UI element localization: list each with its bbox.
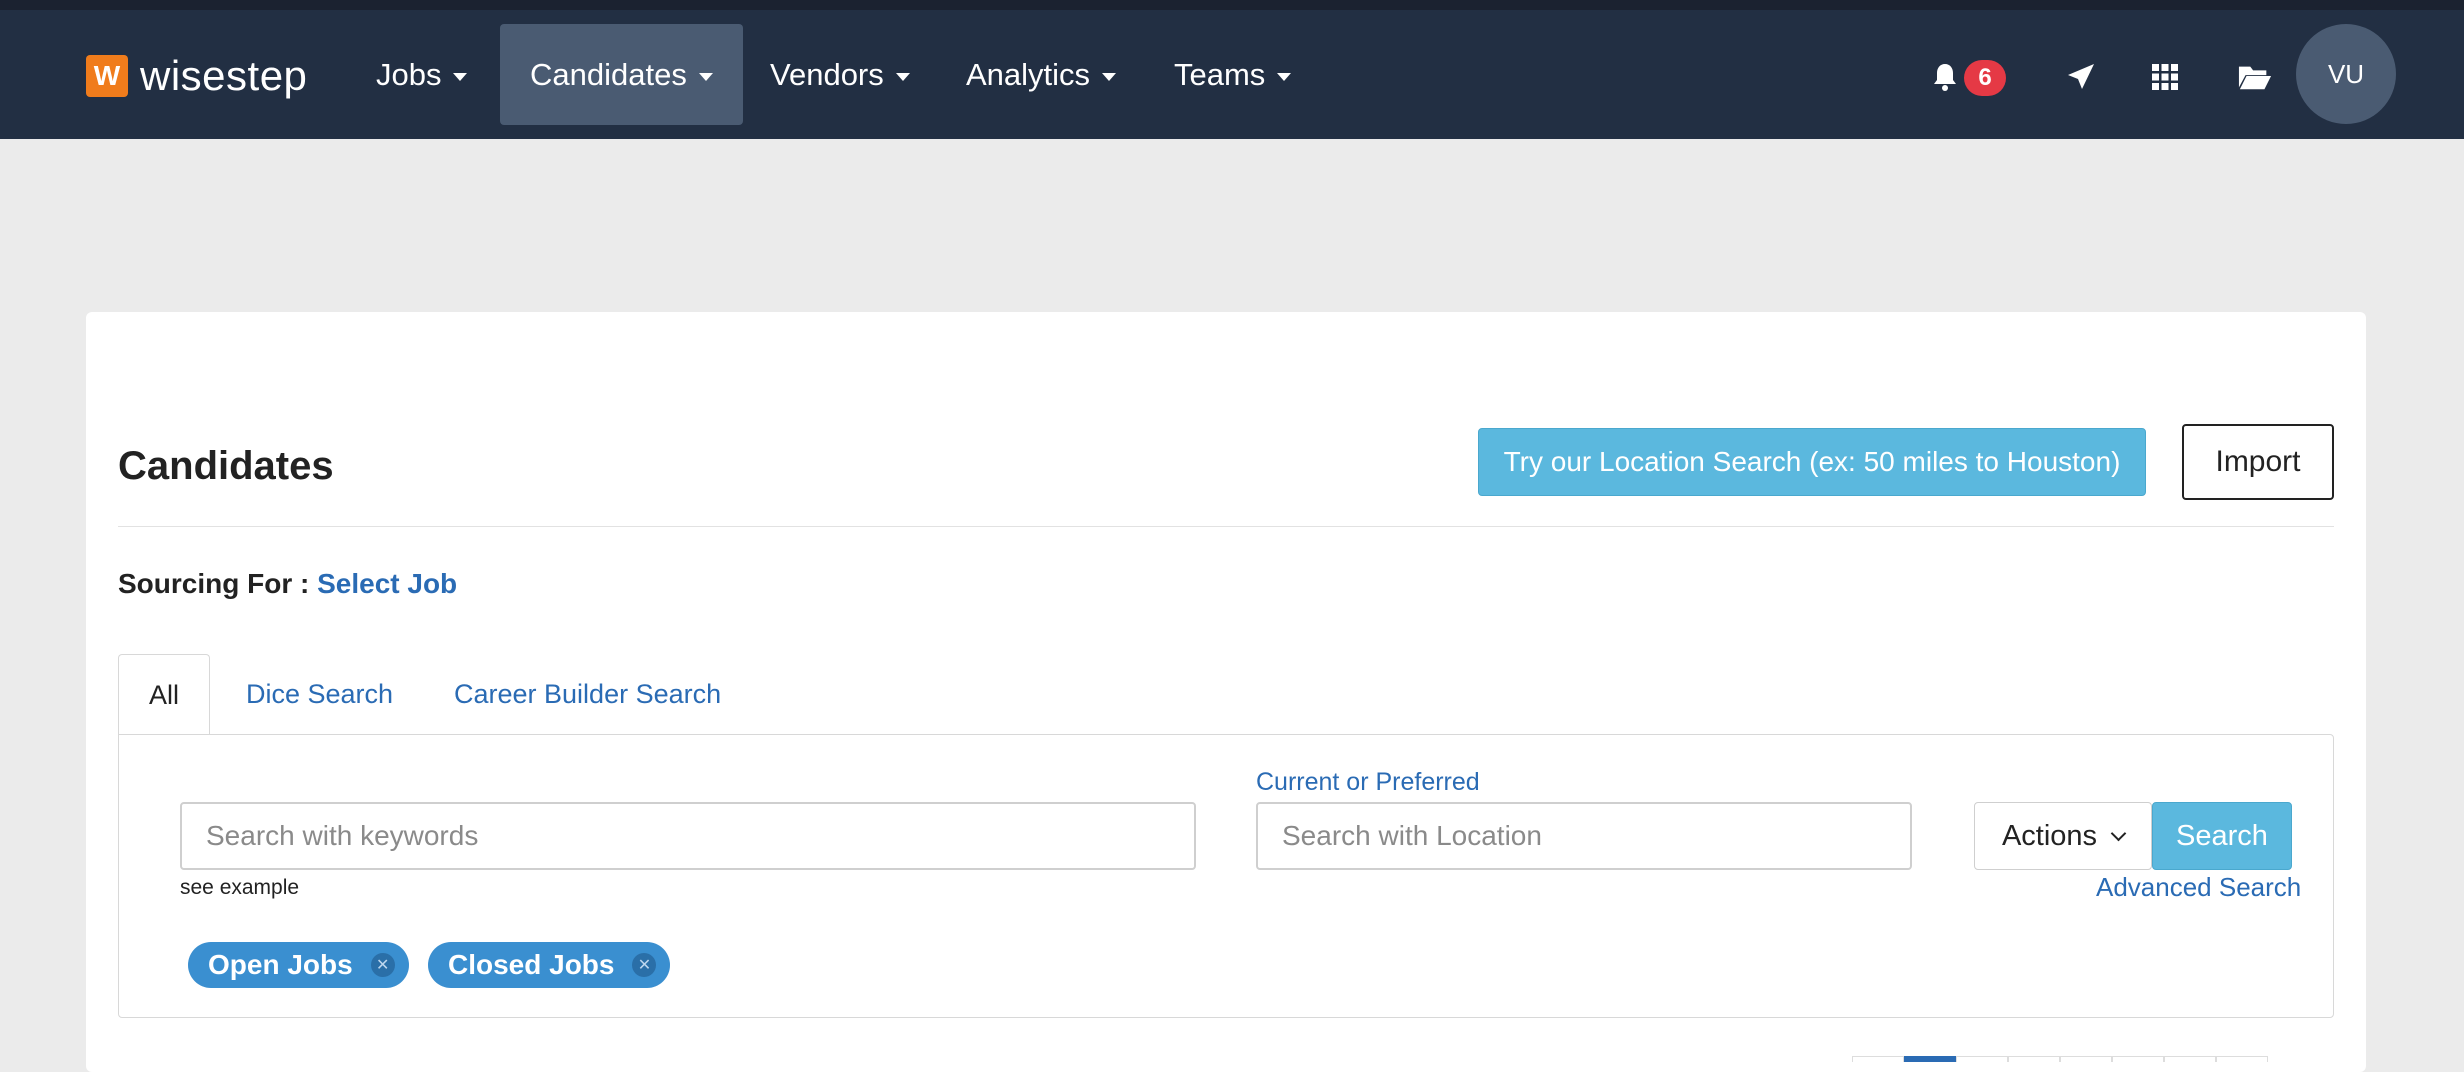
send-icon[interactable]	[2064, 60, 2098, 94]
nav-teams[interactable]: Teams	[1174, 24, 1292, 125]
nav-analytics[interactable]: Analytics	[966, 24, 1117, 125]
location-search-input[interactable]	[1256, 802, 1912, 870]
chip-label: Closed Jobs	[448, 949, 615, 980]
page-button[interactable]	[2008, 1056, 2060, 1062]
see-example-text: see example	[180, 876, 300, 899]
advanced-search-link[interactable]: Advanced Search	[2096, 872, 2301, 903]
caret-down-icon	[1277, 72, 1292, 81]
location-search-button[interactable]: Try our Location Search (ex: 50 miles to…	[1478, 428, 2146, 496]
nav-jobs-label: Jobs	[376, 56, 442, 92]
browser-top-strip	[0, 0, 2464, 10]
nav-vendors-label: Vendors	[770, 56, 884, 92]
nav-teams-label: Teams	[1174, 56, 1266, 92]
chevron-down-icon	[2110, 825, 2127, 841]
divider	[118, 526, 2334, 527]
caret-down-icon	[698, 72, 713, 81]
chip-label: Open Jobs	[208, 949, 353, 980]
nav-jobs[interactable]: Jobs	[376, 24, 468, 125]
filter-chip-closed-jobs: Closed Jobs ✕	[428, 942, 671, 988]
filter-chip-open-jobs: Open Jobs ✕	[188, 942, 409, 988]
tab-career-builder-search[interactable]: Career Builder Search	[454, 654, 721, 734]
pagination	[1852, 1056, 2268, 1062]
page-button[interactable]	[2164, 1056, 2216, 1062]
page-button[interactable]	[1956, 1056, 2008, 1062]
nav-analytics-label: Analytics	[966, 56, 1091, 92]
apps-grid-icon[interactable]	[2148, 60, 2182, 94]
page-title: Candidates	[118, 444, 334, 488]
remove-chip-icon[interactable]: ✕	[370, 953, 395, 977]
user-avatar[interactable]: VU	[2296, 24, 2396, 124]
search-button[interactable]: Search	[2152, 802, 2292, 870]
logo-text: wisestep	[140, 52, 308, 99]
page-button[interactable]	[2112, 1056, 2164, 1062]
import-button[interactable]: Import	[2182, 424, 2334, 500]
keywords-search-input[interactable]	[180, 802, 1196, 870]
notification-badge: 6	[1964, 60, 2006, 96]
nav-candidates[interactable]: Candidates	[500, 24, 743, 125]
location-type-label[interactable]: Current or Preferred	[1256, 768, 1480, 797]
caret-down-icon	[895, 72, 910, 81]
actions-label: Actions	[2001, 819, 2098, 852]
caret-down-icon	[1102, 72, 1117, 81]
top-navbar: W wisestep Jobs Candidates Vendors Analy…	[0, 10, 2464, 139]
page-button[interactable]	[2060, 1056, 2112, 1062]
sourcing-label: Sourcing For :	[118, 568, 310, 599]
folder-open-icon[interactable]	[2238, 60, 2272, 94]
bell-icon[interactable]	[1928, 60, 1962, 94]
nav-vendors[interactable]: Vendors	[770, 24, 910, 125]
brand-logo[interactable]: W wisestep	[86, 52, 308, 99]
sourcing-for: Sourcing For : Select Job	[118, 568, 457, 600]
page-button[interactable]	[1852, 1056, 1904, 1062]
tab-all[interactable]: All	[118, 654, 210, 735]
tab-dice-search[interactable]: Dice Search	[246, 654, 393, 734]
logo-mark: W	[86, 55, 128, 97]
nav-candidates-label: Candidates	[530, 56, 687, 92]
actions-dropdown[interactable]: Actions	[1974, 802, 2152, 870]
page-button-active[interactable]	[1904, 1056, 1956, 1062]
caret-down-icon	[453, 72, 468, 81]
remove-chip-icon[interactable]: ✕	[632, 953, 657, 977]
page-button[interactable]	[2216, 1056, 2268, 1062]
select-job-link[interactable]: Select Job	[317, 568, 457, 599]
